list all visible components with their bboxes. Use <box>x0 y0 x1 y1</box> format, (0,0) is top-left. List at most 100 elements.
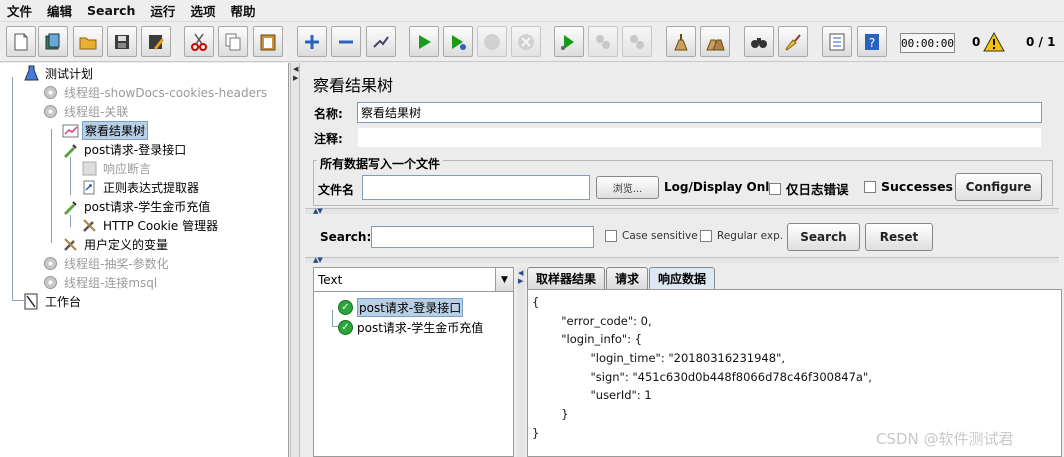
pipette-icon <box>61 197 79 215</box>
chevron-down-icon[interactable]: ▼ <box>495 268 513 291</box>
tree-node-label: 响应断言 <box>103 161 152 176</box>
templates-icon <box>45 33 60 49</box>
tree-node-user-variables[interactable]: 用户定义的变量 <box>61 235 170 253</box>
tree-node-view-results-tree[interactable]: 察看结果树 <box>61 120 149 140</box>
menu-file[interactable]: 文件 <box>0 1 40 20</box>
case-sensitive-checkbox[interactable]: Case sensitive <box>605 230 698 242</box>
paste-button[interactable] <box>253 26 283 57</box>
splitter-right-arrow-icon[interactable]: ▶ <box>518 277 523 285</box>
stop-button[interactable] <box>477 26 507 57</box>
help-button[interactable]: ? <box>857 26 887 57</box>
results-splitter[interactable]: ◀ ▶ <box>517 267 525 457</box>
toolbar: ? 00:00:00 0 0 / 1 <box>0 22 1064 62</box>
result-item[interactable]: ✓ post请求-学生金币充值 <box>338 318 483 336</box>
scissors-icon <box>191 33 207 51</box>
comment-input[interactable] <box>357 127 1042 148</box>
browse-button[interactable]: 浏览... <box>596 176 659 199</box>
splitter-left-arrow-icon[interactable]: ◀ <box>293 65 298 73</box>
reset-button[interactable]: Reset <box>865 223 933 251</box>
filename-input[interactable] <box>362 175 590 200</box>
warning-icon[interactable] <box>983 32 1005 52</box>
menu-run[interactable]: 运行 <box>143 1 183 20</box>
broom-all-icon <box>706 39 725 50</box>
new-button[interactable] <box>6 26 36 57</box>
tree-line <box>51 129 52 243</box>
tree-node-cookie-manager[interactable]: HTTP Cookie 管理器 <box>80 216 220 234</box>
copy-button[interactable] <box>218 26 248 57</box>
menu-edit[interactable]: 编辑 <box>40 1 80 20</box>
tree-node-test-plan[interactable]: 测试计划 <box>22 64 95 82</box>
tree-node-label: 工作台 <box>45 294 82 309</box>
renderer-select[interactable]: Text ▼ <box>314 268 513 292</box>
successes-checkbox[interactable]: Successes <box>864 179 953 194</box>
filename-label: 文件名 <box>318 183 355 197</box>
tree-node-thread-group[interactable]: 线程组-showDocs-cookies-headers <box>41 83 269 101</box>
search-input[interactable] <box>371 226 594 248</box>
cut-button[interactable] <box>184 26 214 57</box>
tree-node-label: 正则表达式提取器 <box>103 180 200 195</box>
reset-search-button[interactable] <box>778 26 808 57</box>
splitter-right-arrow-icon[interactable]: ▶ <box>293 74 298 82</box>
active-threads: 0 / 1 <box>1026 35 1056 49</box>
regexp-checkbox[interactable]: Regular exp. <box>700 230 783 242</box>
section-divider[interactable]: ▲▼ <box>305 207 1059 215</box>
tab-request[interactable]: 请求 <box>606 267 649 289</box>
clear-all-button[interactable] <box>700 26 730 57</box>
save-button[interactable] <box>107 26 137 57</box>
response-line: "sign": "451c630d0b448f8066d78c46f300847… <box>532 369 872 384</box>
checkbox-box[interactable] <box>769 182 781 195</box>
save-icon <box>115 34 129 49</box>
checkbox-box[interactable] <box>605 230 617 242</box>
divider-arrows-icon[interactable]: ▲▼ <box>313 207 323 215</box>
remote-shutdown-button[interactable] <box>622 26 652 57</box>
response-line: } <box>532 407 569 422</box>
tree-node-label: 察看结果树 <box>82 120 149 140</box>
start-button[interactable] <box>409 26 439 57</box>
function-helper-button[interactable] <box>822 26 852 57</box>
remote-shutdown-icon <box>630 34 644 49</box>
main-splitter[interactable]: ◀ ▶ <box>290 63 300 457</box>
expand-button[interactable] <box>297 26 327 57</box>
broom-icon <box>674 33 688 50</box>
menu-options[interactable]: 选项 <box>183 1 223 20</box>
tab-response-data[interactable]: 响应数据 <box>649 267 716 289</box>
result-item[interactable]: ✓ post请求-登录接口 <box>338 297 464 317</box>
tree-node-thread-group[interactable]: 线程组-连接msql <box>41 273 159 291</box>
toggle-button[interactable] <box>366 26 396 57</box>
tree-node-sampler[interactable]: post请求-学生金币充值 <box>61 197 212 215</box>
tree-node-thread-group[interactable]: 线程组-抽奖-参数化 <box>41 254 171 272</box>
tree-node-workbench[interactable]: 工作台 <box>22 292 83 310</box>
tree-node-thread-group[interactable]: 线程组-关联 <box>41 102 130 120</box>
collapse-button[interactable] <box>331 26 361 57</box>
splitter-left-arrow-icon[interactable]: ◀ <box>518 269 523 277</box>
checkbox-box[interactable] <box>864 180 876 193</box>
tree-line <box>332 310 333 326</box>
configure-button[interactable]: Configure <box>955 173 1042 201</box>
new-file-icon <box>14 33 28 50</box>
remote-stop-button[interactable] <box>588 26 618 57</box>
search-toolbar-button[interactable] <box>744 26 774 57</box>
menu-help[interactable]: 帮助 <box>223 1 263 20</box>
start-no-pauses-button[interactable] <box>443 26 473 57</box>
tree-node-assertion[interactable]: 响应断言 <box>80 159 153 177</box>
errors-only-checkbox[interactable]: 仅日志错误 <box>769 179 849 198</box>
tree-node-label: 线程组-抽奖-参数化 <box>64 256 169 271</box>
name-input[interactable]: 察看结果树 <box>357 102 1042 123</box>
tree-node-regex-extractor[interactable]: 正则表达式提取器 <box>80 178 201 196</box>
search-button[interactable]: Search <box>787 223 860 251</box>
menu-search[interactable]: Search <box>80 3 143 18</box>
remote-start-button[interactable] <box>554 26 584 57</box>
tab-sampler-result[interactable]: 取样器结果 <box>527 267 606 289</box>
stop-icon <box>484 33 500 50</box>
divider-arrows-icon[interactable]: ▲▼ <box>313 256 323 264</box>
save-as-button[interactable] <box>141 26 171 57</box>
section-divider[interactable]: ▲▼ <box>305 256 1059 264</box>
shutdown-button[interactable] <box>511 26 541 57</box>
clear-button[interactable] <box>666 26 696 57</box>
open-button[interactable] <box>73 26 103 57</box>
section-title: 所有数据写入一个文件 <box>317 155 444 172</box>
tree-node-sampler[interactable]: post请求-登录接口 <box>61 140 188 158</box>
checkbox-box[interactable] <box>700 230 712 242</box>
templates-button[interactable] <box>38 26 68 57</box>
toggle-icon <box>373 35 389 48</box>
